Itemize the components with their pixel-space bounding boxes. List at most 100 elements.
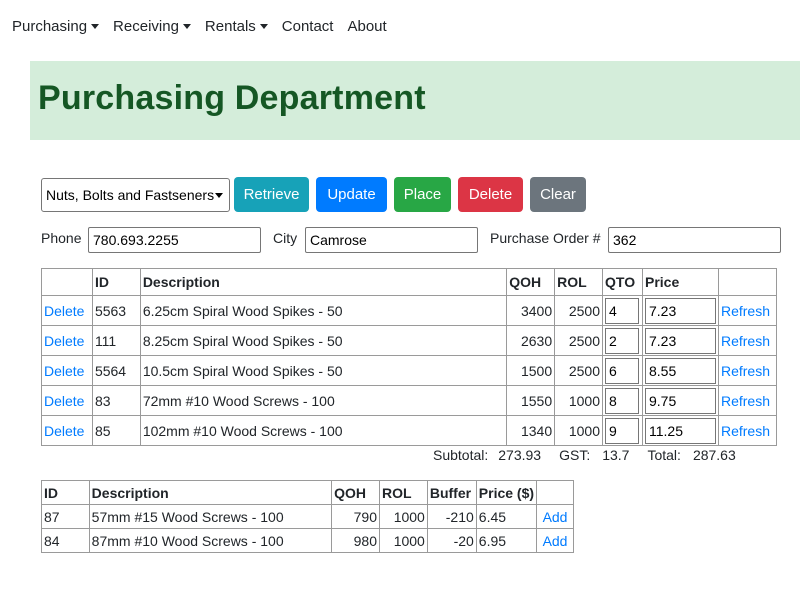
column-header [41,268,93,296]
item-id: 5564 [91,355,141,386]
page-title: Purchasing Department [38,79,426,117]
nav-label: About [347,17,387,35]
item-buffer: -210 [426,504,477,529]
nav-receiving[interactable]: Receiving [113,18,191,35]
total-value: 287.63 [692,447,736,463]
item-id: 111 [91,325,141,356]
refresh-row-link[interactable]: Refresh [717,355,778,386]
delete-button[interactable]: Delete [458,177,523,212]
nav-rentals[interactable]: Rentals [205,18,268,35]
purchase-order-field[interactable]: 362 [608,227,781,253]
item-rol: 2500 [554,355,603,386]
caret-down-icon [182,23,191,29]
qto-cell: 4 [602,295,643,326]
item-rol: 2500 [554,295,603,326]
city-label: City [273,230,298,246]
qto-input[interactable]: 2 [605,327,639,354]
item-qoh: 3400 [506,295,556,326]
vendor-select[interactable]: Nuts, Bolts and Fastseners [41,177,230,212]
subtotal-value: 273.93 [498,447,542,463]
item-description: 6.25cm Spiral Wood Spikes - 50 [139,295,508,326]
purchase-order-label: Purchase Order # [490,230,601,246]
caret-down-icon [91,23,100,29]
item-rol: 1000 [378,528,428,553]
column-header: ROL [378,480,428,505]
clear-button[interactable]: Clear [530,177,586,212]
delete-row-link[interactable]: Delete [41,415,93,446]
item-description: 72mm #10 Wood Screws - 100 [139,385,508,416]
qto-input[interactable]: 9 [605,417,639,444]
refresh-row-link[interactable]: Refresh [717,295,778,326]
retrieve-button[interactable]: Retrieve [234,177,309,212]
qto-input[interactable]: 8 [605,387,639,414]
item-buffer: -20 [426,528,477,553]
item-qoh: 2630 [506,325,556,356]
item-description: 102mm #10 Wood Screws - 100 [139,415,508,446]
nav-contact[interactable]: Contact [282,18,334,35]
item-rol: 1000 [554,415,603,446]
column-header: Buffer [426,480,477,505]
table-row: Delete 83 72mm #10 Wood Screws - 100 155… [41,385,778,416]
nav-label: Receiving [113,17,179,35]
qto-input[interactable]: 4 [605,297,639,324]
qto-cell: 9 [602,415,643,446]
item-id: 83 [91,385,141,416]
item-id: 5563 [91,295,141,326]
price-cell: 9.75 [641,385,719,416]
qto-input[interactable]: 6 [605,357,639,384]
column-header: Price [641,268,719,296]
delete-row-link[interactable]: Delete [41,355,93,386]
nav-purchasing[interactable]: Purchasing [12,17,100,35]
price-cell: 7.23 [641,325,719,356]
add-item-link[interactable]: Add [536,528,574,553]
item-description: 87mm #10 Wood Screws - 100 [88,528,333,553]
nav-label: Contact [281,17,334,35]
caret-down-icon [259,23,268,29]
price-input[interactable]: 9.75 [644,387,716,414]
nav-about[interactable]: About [347,18,386,35]
price-cell: 11.25 [641,415,719,446]
column-header: Price ($) [475,480,538,505]
item-qoh: 790 [331,504,380,529]
column-header: QTO [602,268,643,296]
column-header: ID [91,268,141,296]
column-header: Description [88,480,333,505]
item-qoh: 980 [331,528,380,553]
delete-row-link[interactable]: Delete [41,325,93,356]
price-input[interactable]: 7.23 [644,327,716,354]
item-rol: 1000 [378,504,428,529]
qto-cell: 8 [602,385,643,416]
item-qoh: 1340 [506,415,556,446]
qto-cell: 6 [602,355,643,386]
add-item-link[interactable]: Add [536,504,574,529]
price-input[interactable]: 7.23 [644,297,716,324]
place-button[interactable]: Place [394,177,451,212]
table-row: 87 57mm #15 Wood Screws - 100 790 1000 -… [41,504,574,529]
item-id: 85 [91,415,141,446]
update-button[interactable]: Update [316,177,387,212]
item-description: 10.5cm Spiral Wood Spikes - 50 [139,355,508,386]
nav-label: Purchasing [12,17,88,35]
item-description: 57mm #15 Wood Screws - 100 [88,504,333,529]
total-label: Total: [647,447,681,463]
refresh-row-link[interactable]: Refresh [717,415,778,446]
delete-row-link[interactable]: Delete [41,295,93,326]
phone-field[interactable]: 780.693.2255 [88,227,261,253]
purchase-order-table: ID Description QOH ROL QTO Price Delete … [41,268,778,446]
vendor-toolbar: Nuts, Bolts and Fastseners Retrieve Upda… [41,177,593,212]
city-field[interactable]: Camrose [305,227,478,253]
item-qoh: 1550 [506,385,556,416]
item-rol: 2500 [554,325,603,356]
price-cell: 7.23 [641,295,719,326]
table-row: Delete 5563 6.25cm Spiral Wood Spikes - … [41,295,778,326]
column-header [717,268,778,296]
delete-row-link[interactable]: Delete [41,385,93,416]
gst-value: 13.7 [602,447,630,463]
column-header: ROL [554,268,603,296]
refresh-row-link[interactable]: Refresh [717,385,778,416]
refresh-row-link[interactable]: Refresh [717,325,778,356]
price-input[interactable]: 8.55 [644,357,716,384]
price-input[interactable]: 11.25 [644,417,716,444]
table-row: Delete 85 102mm #10 Wood Screws - 100 13… [41,415,778,446]
column-header: QOH [331,480,380,505]
